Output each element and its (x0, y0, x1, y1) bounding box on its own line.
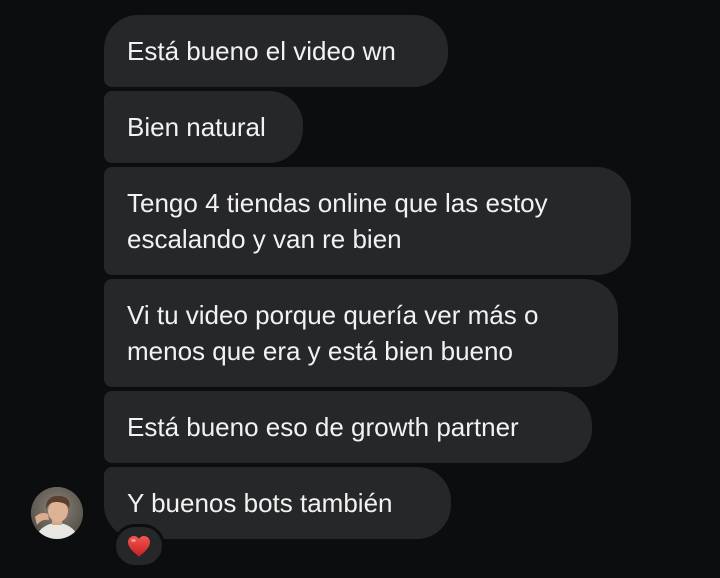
message-bubble-1[interactable]: Está bueno el video wn (104, 15, 448, 87)
reaction-badge[interactable] (113, 524, 165, 568)
message-text-line-1: Vi tu video porque quería ver más o (127, 300, 539, 330)
red-heart-icon (128, 536, 150, 557)
message-text: Está bueno el video wn (127, 36, 396, 66)
message-text-line-2: menos que era y está bien bueno (127, 336, 513, 366)
message-bubble-3[interactable]: Tengo 4 tiendas online que las estoy esc… (104, 167, 631, 275)
message-bubble-4[interactable]: Vi tu video porque quería ver más o meno… (104, 279, 618, 387)
message-text: Está bueno eso de growth partner (127, 412, 519, 442)
message-bubble-5[interactable]: Está bueno eso de growth partner (104, 391, 592, 463)
message-text-line-1: Tengo 4 tiendas online que las estoy (127, 188, 548, 218)
avatar-photo-icon (31, 487, 83, 539)
message-text: Bien natural (127, 112, 266, 142)
message-text: Y buenos bots también (127, 488, 393, 518)
message-bubble-2[interactable]: Bien natural (104, 91, 303, 163)
message-thread: Está bueno el video wn Bien natural Teng… (0, 0, 720, 578)
sender-avatar[interactable] (31, 487, 83, 539)
message-text-line-2: escalando y van re bien (127, 224, 402, 254)
